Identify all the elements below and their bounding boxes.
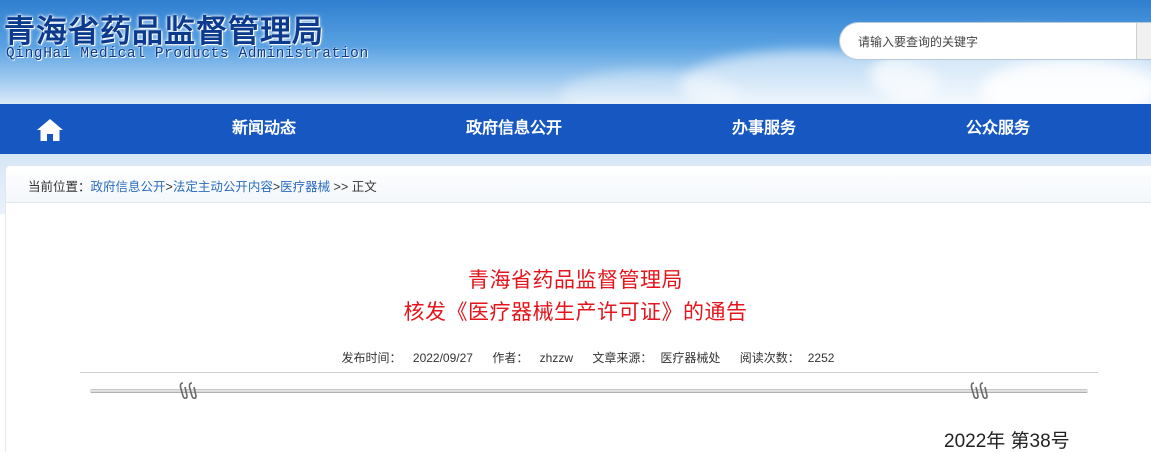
views-count: 2252 — [807, 351, 835, 365]
nav-item-gov-info[interactable]: 政府信息公开 — [444, 104, 584, 154]
article-container — [5, 203, 1151, 452]
source-value: 医疗器械处 — [660, 351, 721, 365]
published-label: 发布时间： — [341, 351, 402, 365]
nav-item-news[interactable]: 新闻动态 — [204, 104, 324, 154]
site-title[interactable]: 青海省药品监督管理局 — [4, 6, 324, 51]
site-header: 青海省药品监督管理局 QingHai Medical Products Admi… — [0, 0, 1151, 104]
breadcrumb-link-medical-devices[interactable]: 医疗器械 — [280, 180, 330, 194]
search-input[interactable] — [856, 31, 1130, 53]
search-box — [839, 22, 1151, 60]
nav-item-public[interactable]: 公众服务 — [938, 104, 1058, 154]
main-nav: 新闻动态 政府信息公开 办事服务 公众服务 — [0, 104, 1151, 154]
breadcrumb-link-gov-info[interactable]: 政府信息公开 — [91, 180, 166, 194]
home-icon[interactable] — [36, 118, 64, 142]
document-number: 2022年 第38号 — [944, 431, 1070, 452]
nav-item-services[interactable]: 办事服务 — [704, 104, 824, 154]
paperclip-icon — [178, 381, 200, 401]
paperclip-icon — [969, 381, 991, 401]
search-button[interactable] — [1136, 23, 1151, 59]
article-title-line2: 核发《医疗器械生产许可证》的通告 — [403, 301, 748, 324]
decorative-rail — [90, 389, 1088, 393]
article-title-line1: 青海省药品监督管理局 — [468, 269, 683, 292]
breadcrumb-prefix: 当前位置： — [28, 180, 91, 194]
breadcrumb-tail-separator: >> — [333, 180, 349, 194]
article-meta: 发布时间： 2022/09/27 作者： zhzzw 文章来源： 医疗器械处 阅读… — [0, 349, 1151, 366]
author-label: 作者： — [492, 351, 529, 365]
breadcrumb-separator: > — [165, 180, 173, 194]
author-value: zhzzw — [539, 351, 574, 365]
source-label: 文章来源： — [592, 351, 653, 365]
breadcrumb-link-statutory[interactable]: 法定主动公开内容 — [173, 180, 273, 194]
breadcrumb-current: 正文 — [351, 180, 377, 194]
published-date: 2022/09/27 — [412, 351, 473, 365]
views-label: 阅读次数： — [739, 351, 800, 365]
breadcrumb: 当前位置：政府信息公开>法定主动公开内容>医疗器械 >> 正文 — [28, 176, 377, 195]
meta-divider — [80, 372, 1098, 373]
site-subtitle: QingHai Medical Products Administration — [6, 46, 369, 62]
